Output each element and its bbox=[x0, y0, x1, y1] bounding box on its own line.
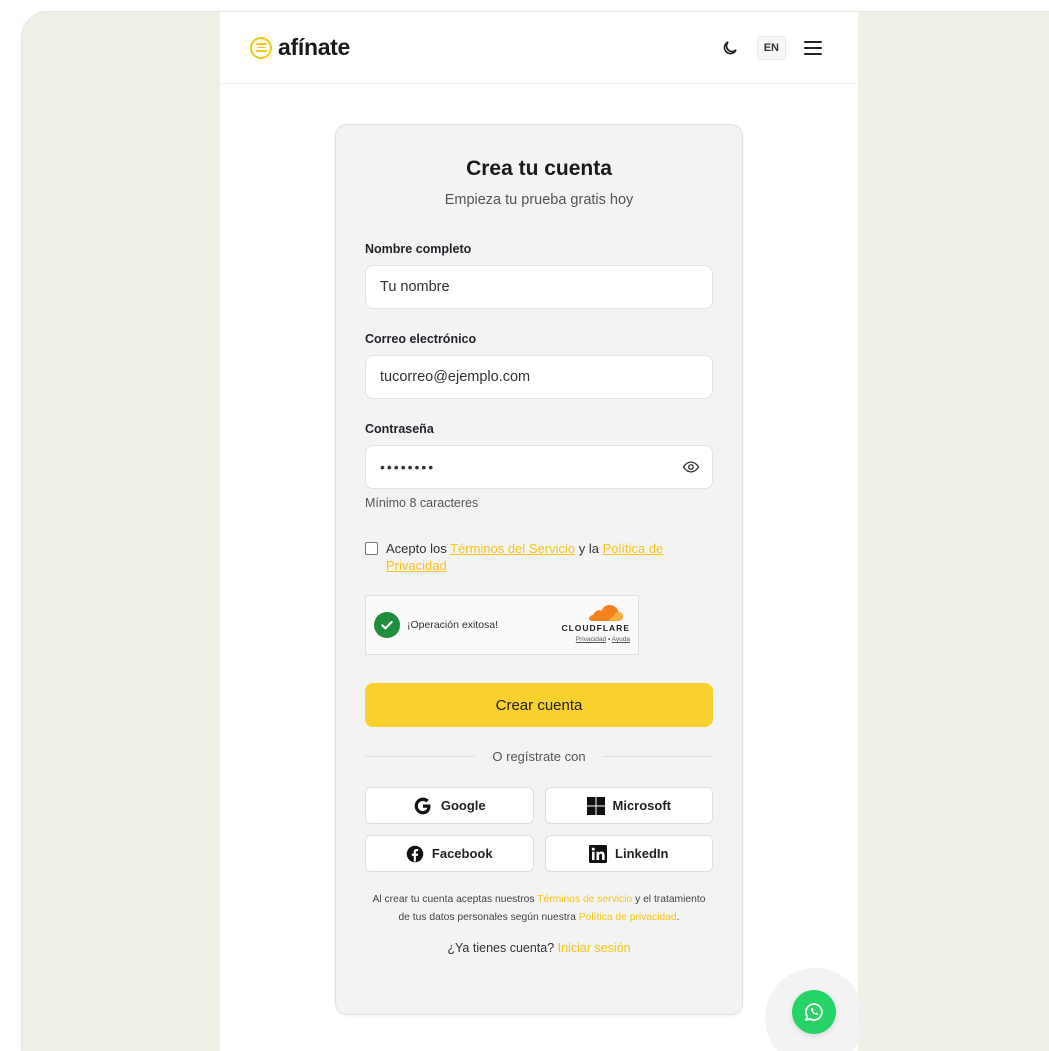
microsoft-icon bbox=[586, 796, 605, 815]
password-label: Contraseña bbox=[365, 422, 434, 436]
password-hint: Mínimo 8 caracteres bbox=[365, 496, 479, 510]
logo-text: afínate bbox=[278, 34, 351, 60]
signup-card: Crea tu cuenta Empieza tu prueba gratis … bbox=[335, 124, 743, 1015]
microsoft-button[interactable]: Microsoft bbox=[544, 787, 713, 824]
divider-text: O regístrate con bbox=[492, 749, 586, 764]
cloudflare-cloud-icon bbox=[589, 605, 623, 621]
facebook-icon bbox=[406, 845, 424, 862]
whatsapp-button[interactable] bbox=[792, 990, 836, 1034]
login-prompt: ¿Ya tienes cuenta? Iniciar sesión bbox=[365, 941, 713, 955]
legal-notice: Al crear tu cuenta aceptas nuestros Térm… bbox=[365, 891, 713, 927]
facebook-button[interactable]: Facebook bbox=[365, 835, 534, 872]
terms-prefix: Acepto los bbox=[386, 541, 447, 556]
facebook-label: Facebook bbox=[431, 846, 493, 861]
cloudflare-links: Privacidad • Ayuda bbox=[561, 636, 630, 643]
terms-checkbox[interactable] bbox=[365, 542, 378, 555]
hamburger-menu-icon[interactable] bbox=[800, 35, 826, 61]
legal-privacy-link[interactable]: Política de privacidad bbox=[579, 912, 677, 923]
captcha-separator: • bbox=[607, 636, 611, 643]
theme-moon-icon[interactable] bbox=[717, 35, 743, 61]
logo[interactable]: afínate bbox=[250, 34, 350, 61]
cloudflare-brand: CLOUDFLARE Privacidad • Ayuda bbox=[561, 604, 630, 643]
social-buttons: Google Microsoft Facebook LinkedIn bbox=[365, 787, 713, 872]
terms-text: Acepto los Términos del Servicio y la Po… bbox=[386, 540, 713, 574]
language-toggle-button[interactable]: EN bbox=[756, 35, 786, 60]
linkedin-label: LinkedIn bbox=[615, 846, 669, 861]
divider-line-right bbox=[603, 756, 713, 757]
captcha-help-link[interactable]: Ayuda bbox=[612, 636, 630, 643]
google-icon bbox=[414, 797, 431, 814]
social-divider: O regístrate con bbox=[365, 749, 713, 764]
linkedin-icon bbox=[589, 844, 608, 863]
legal-text-3: . bbox=[676, 912, 680, 923]
google-label: Google bbox=[440, 798, 486, 813]
password-group: Contraseña •••••••• Mínimo 8 caracteres bbox=[365, 422, 713, 510]
terms-mid: y la bbox=[578, 541, 599, 556]
login-link[interactable]: Iniciar sesión bbox=[558, 941, 631, 955]
logo-icon bbox=[250, 36, 272, 59]
captcha-privacy-link[interactable]: Privacidad bbox=[576, 636, 606, 643]
email-group: Correo electrónico tucorreo@ejemplo.com bbox=[365, 332, 713, 399]
cloudflare-name: CLOUDFLARE bbox=[561, 623, 630, 633]
name-group: Nombre completo Tu nombre bbox=[365, 242, 713, 309]
login-prompt-text: ¿Ya tienes cuenta? bbox=[447, 941, 555, 955]
email-input[interactable]: tucorreo@ejemplo.com bbox=[365, 355, 713, 399]
page: afínate EN Crea tu cuenta Empieza tu pru… bbox=[220, 12, 858, 1051]
password-value: •••••••• bbox=[380, 459, 436, 475]
form-title: Crea tu cuenta bbox=[466, 157, 612, 180]
legal-terms-link[interactable]: Términos de servicio bbox=[537, 894, 632, 905]
password-input[interactable]: •••••••• bbox=[365, 445, 713, 489]
google-button[interactable]: Google bbox=[365, 787, 534, 824]
name-input[interactable]: Tu nombre bbox=[365, 265, 713, 309]
cloudflare-captcha[interactable]: ¡Operación exitosa! CLOUDFLARE Privacida… bbox=[365, 595, 639, 655]
header-actions: EN bbox=[717, 35, 826, 61]
email-label: Correo electrónico bbox=[365, 332, 477, 346]
name-label: Nombre completo bbox=[365, 242, 472, 256]
form-subtitle: Empieza tu prueba gratis hoy bbox=[444, 192, 634, 208]
linkedin-button[interactable]: LinkedIn bbox=[544, 835, 713, 872]
terms-link[interactable]: Términos del Servicio bbox=[450, 541, 575, 556]
legal-text-1: Al crear tu cuenta aceptas nuestros bbox=[372, 894, 535, 905]
captcha-status: ¡Operación exitosa! bbox=[407, 619, 499, 631]
success-check-icon bbox=[374, 612, 400, 638]
top-header: afínate EN bbox=[220, 12, 858, 84]
eye-icon[interactable] bbox=[682, 458, 700, 480]
divider-line-left bbox=[365, 756, 475, 757]
microsoft-label: Microsoft bbox=[612, 798, 672, 813]
whatsapp-icon bbox=[804, 1003, 823, 1021]
create-account-button[interactable]: Crear cuenta bbox=[365, 683, 713, 727]
terms-row: Acepto los Términos del Servicio y la Po… bbox=[365, 540, 713, 574]
